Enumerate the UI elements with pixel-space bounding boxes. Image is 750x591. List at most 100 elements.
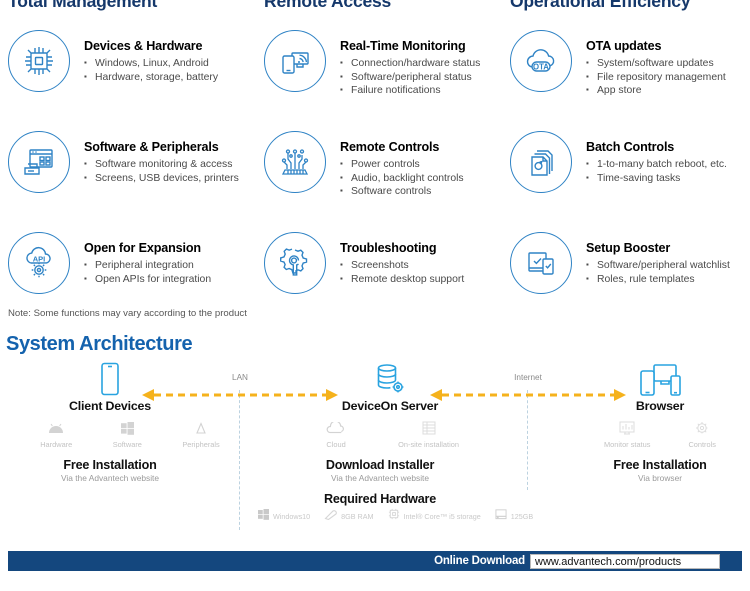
bullet: Screens, USB devices, printers (84, 171, 239, 186)
caption-sub: Via the Advantech website (330, 473, 430, 483)
feature-grid: Devices & Hardware Windows, Linux, Andro… (0, 27, 750, 330)
bullet: Roles, rule templates (586, 272, 730, 287)
bullet: Remote desktop support (340, 272, 464, 287)
feature-text: Software & Peripherals Software monitori… (70, 128, 239, 185)
feature-item-devices-hardware: Devices & Hardware Windows, Linux, Andro… (0, 27, 250, 128)
node-client-devices: Client Devices (40, 360, 180, 413)
feature-title: Software & Peripherals (84, 140, 219, 154)
feature-title: OTA updates (586, 39, 662, 53)
online-download-url[interactable]: www.advantech.com/products (530, 553, 720, 569)
client-subicons: Hardware Software Peripherals (20, 418, 240, 449)
bullet: Software monitoring & access (84, 157, 239, 172)
poster-page: Total Management Remote Access Operation… (0, 0, 750, 591)
column-titles: Total Management Remote Access Operation… (0, 0, 750, 13)
caption-sub: Via browser (637, 473, 683, 483)
feature-title: Setup Booster (586, 241, 671, 255)
svg-text:API: API (33, 255, 46, 264)
bullet: Windows, Linux, Android (84, 56, 218, 71)
monitor-phone-signal-icon (264, 30, 326, 92)
feature-text: Remote Controls Power controls Audio, ba… (326, 128, 464, 199)
feature-item-batch-controls: Batch Controls 1-to-many batch reboot, e… (500, 128, 750, 229)
circuit-board-icon (264, 131, 326, 193)
multi-device-browser-icon (595, 360, 725, 396)
subicon-label: Cloud (326, 440, 346, 449)
column-title-total-management: Total Management (8, 0, 158, 11)
subicon-hardware: Hardware (40, 418, 72, 449)
bullet: Open APIs for integration (84, 272, 211, 287)
subicon-onsite-installation: On-site installation (398, 418, 459, 449)
subicon-cloud: Cloud (326, 418, 346, 449)
divider-right (527, 390, 528, 490)
bullet: Time-saving tasks (586, 171, 727, 186)
cpu-icon (388, 507, 400, 525)
caption-server-download-installer: Download Installer Via the Advantech web… (300, 458, 460, 483)
bullet: Screenshots (340, 258, 464, 273)
hdd-icon (495, 507, 507, 525)
feature-item-software-peripherals: Software & Peripherals Software monitori… (0, 128, 250, 229)
feature-column-total-management: Devices & Hardware Windows, Linux, Andro… (0, 27, 250, 330)
bullet: File repository management (586, 70, 726, 85)
caption-browser-free-installation: Free Installation Via browser (585, 458, 735, 483)
feature-title: Troubleshooting (340, 241, 437, 255)
feature-text: Troubleshooting Screenshots Remote deskt… (326, 229, 464, 286)
footer-bar: Online Download www.advantech.com/produc… (8, 551, 742, 571)
feature-item-real-time-monitoring: Real-Time Monitoring Connection/hardware… (250, 27, 500, 128)
feature-bullets: Connection/hardware status Software/peri… (340, 56, 480, 98)
bullet: Hardware, storage, battery (84, 70, 218, 85)
ram-stick-icon (324, 507, 337, 525)
requirement-storage: 125GB (495, 507, 533, 525)
bullet: Peripheral integration (84, 258, 211, 273)
subicon-label: Monitor status (604, 440, 651, 449)
onsite-server-icon (398, 418, 459, 438)
subicon-software: Software (113, 418, 142, 449)
bullet: System/software updates (586, 56, 726, 71)
bullet: Software/peripheral status (340, 70, 480, 85)
software-peripherals-icon (8, 131, 70, 193)
bullet: Failure notifications (340, 83, 480, 98)
api-cloud-gear-icon: API (8, 232, 70, 294)
bullet: App store (586, 83, 726, 98)
required-hardware-list: Windows10 8GB RAM Intel® Core™ i5 storag… (258, 507, 547, 525)
product-note: Note: Some functions may vary according … (8, 308, 247, 319)
subicon-label: Controls (688, 440, 716, 449)
node-deviceon-server: DeviceOn Server (310, 360, 470, 413)
windows-icon (113, 418, 142, 438)
feature-title: Real-Time Monitoring (340, 39, 466, 53)
gear-wrench-icon (264, 232, 326, 294)
feature-item-ota-updates: OTA OTA updates System/software updates … (500, 27, 750, 128)
system-architecture-title: System Architecture (6, 333, 193, 355)
browser-subicons: Monitor status Controls (585, 418, 735, 449)
feature-item-troubleshooting: Troubleshooting Screenshots Remote deskt… (250, 229, 500, 330)
subicon-label: Peripherals (182, 440, 220, 449)
divider-left (239, 390, 240, 530)
server-subicons: Cloud On-site installation (300, 418, 485, 449)
column-title-operational-efficiency: Operational Efficiency (510, 0, 691, 11)
feature-bullets: Power controls Audio, backlight controls… (340, 157, 464, 199)
feature-title: Remote Controls (340, 140, 440, 154)
subicon-label: Hardware (40, 440, 73, 449)
bullet: Software/peripheral watchlist (586, 258, 730, 273)
ota-cloud-icon: OTA (510, 30, 572, 92)
bullet: Audio, backlight controls (340, 171, 464, 186)
requirement-label: 8GB RAM (341, 511, 374, 521)
cloud-icon (326, 418, 346, 438)
caption-heading: Required Hardware (323, 492, 437, 506)
caption-sub: Via the Advantech website (60, 473, 160, 483)
subicon-label: On-site installation (398, 440, 459, 449)
feature-text: OTA updates System/software updates File… (572, 27, 726, 98)
caption-heading: Free Installation (63, 458, 157, 472)
caption-heading: Download Installer (325, 458, 435, 472)
subicon-controls: Controls (688, 418, 716, 449)
windows-icon (258, 507, 269, 525)
caption-client-free-installation: Free Installation Via the Advantech webs… (30, 458, 190, 483)
required-hardware-heading: Required Hardware (300, 492, 460, 506)
feature-text: Real-Time Monitoring Connection/hardware… (326, 27, 480, 98)
subicon-monitor-status: Monitor status (604, 418, 650, 449)
node-label: Browser (635, 399, 685, 413)
requirement-ram: 8GB RAM (324, 507, 374, 525)
feature-column-operational-efficiency: OTA OTA updates System/software updates … (500, 27, 750, 330)
peripherals-icon (182, 418, 219, 438)
feature-bullets: Software/peripheral watchlist Roles, rul… (586, 258, 730, 287)
stacked-documents-icon (510, 131, 572, 193)
bullet: 1-to-many batch reboot, etc. (586, 157, 727, 172)
